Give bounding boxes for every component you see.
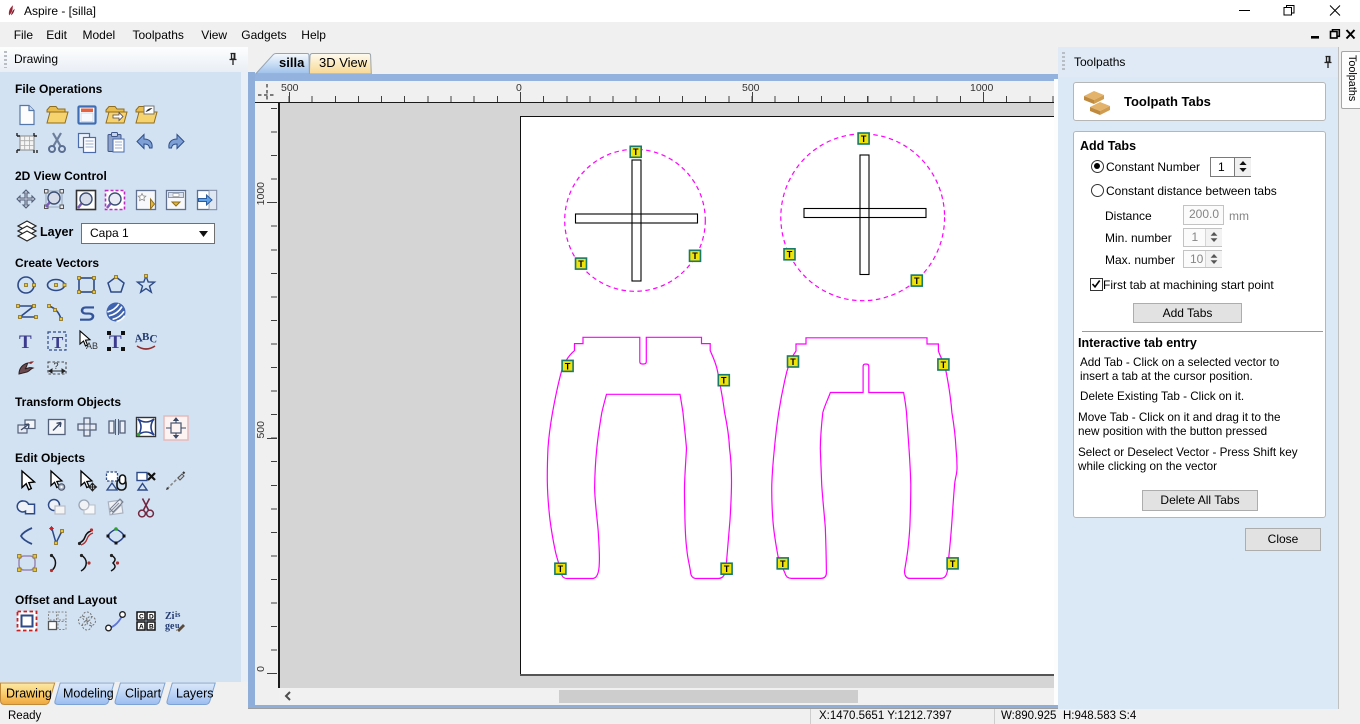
svg-text:T: T [780, 559, 786, 569]
svg-text:T: T [861, 134, 867, 144]
svg-text:Clipart: Clipart [125, 687, 162, 701]
svg-text:T: T [724, 564, 730, 574]
svg-text:T: T [914, 276, 920, 286]
svg-text:T: T [633, 147, 639, 157]
svg-text:T: T [52, 333, 64, 352]
svg-text:T: T [565, 361, 571, 371]
svg-text:T: T [941, 360, 947, 370]
svg-text:Layers: Layers [176, 687, 214, 701]
svg-text:T: T [19, 332, 32, 353]
svg-text:A: A [139, 624, 144, 631]
svg-text:C: C [139, 614, 144, 621]
svg-text:ge: ge [165, 621, 175, 632]
svg-text:?: ? [54, 361, 59, 371]
svg-text:AB: AB [86, 341, 98, 351]
svg-text:Modeling: Modeling [63, 687, 114, 701]
svg-text:T: T [578, 259, 584, 269]
svg-text:T: T [787, 250, 793, 260]
svg-text:silla: silla [279, 55, 305, 70]
svg-text:C: C [149, 333, 158, 346]
svg-text:T: T [950, 559, 956, 569]
svg-text:T: T [558, 564, 564, 574]
svg-text:Drawing: Drawing [6, 687, 52, 701]
svg-text:B: B [149, 624, 154, 631]
svg-text:is: is [175, 610, 180, 619]
svg-text:T: T [721, 376, 727, 386]
svg-text:3D View: 3D View [319, 55, 368, 70]
svg-text:D: D [149, 614, 154, 621]
svg-text:T: T [692, 251, 698, 261]
svg-text:T: T [790, 357, 796, 367]
